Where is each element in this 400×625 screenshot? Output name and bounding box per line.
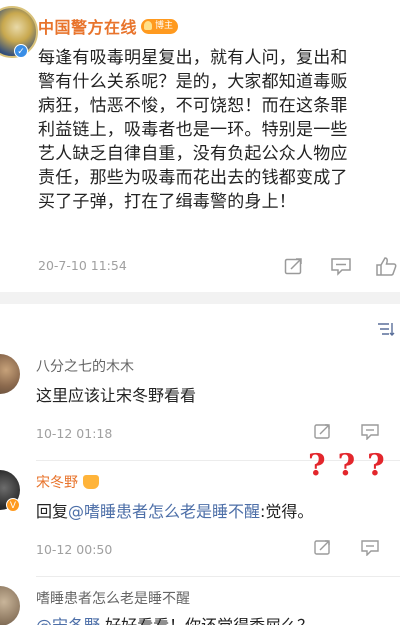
post-body: 每逢有吸毒明星复出，就有人问，复出和 警有什么关系呢？是的，大家都知道毒贩 病狂，怙… xyxy=(38,46,400,214)
post-line: 买了子弹，打在了缉毒警的身上！ xyxy=(38,192,296,212)
comment-username[interactable]: 宋冬野 xyxy=(36,472,99,492)
verified-icon: V xyxy=(6,498,20,512)
verified-icon: ✓ xyxy=(14,44,28,58)
section-gap xyxy=(0,292,400,304)
post-line: 利益链上，吸毒者也是一环。特别是一些 xyxy=(38,120,348,140)
comment-timestamp: 10-12 01:18 xyxy=(36,426,113,441)
share-icon[interactable] xyxy=(313,422,333,440)
post-username[interactable]: 中国警方在线 xyxy=(38,14,137,38)
comment-icon[interactable] xyxy=(360,422,380,441)
post-author: 中国警方在线 博主 xyxy=(38,14,179,38)
share-icon[interactable] xyxy=(283,256,305,276)
comment-username[interactable]: 嗜睡患者怎么老是睡不醒 xyxy=(36,588,190,608)
question-mark: ? xyxy=(308,448,326,483)
post-line: 每逢有吸毒明星复出，就有人问，复出和 xyxy=(38,48,348,68)
post-line: 艺人缺乏自律自重，没有负起公众人物应 xyxy=(38,144,348,164)
reply-text: 好好看看！你还觉得委屈么？ xyxy=(100,616,313,625)
commenter-avatar[interactable] xyxy=(0,354,20,394)
comment-icon[interactable] xyxy=(330,256,352,276)
sort-icon xyxy=(378,323,395,336)
commenter-avatar[interactable] xyxy=(0,586,20,625)
sort-toggle[interactable] xyxy=(377,322,398,336)
post-line: 病狂，怙恶不悛，不可饶恕！而在这条罪 xyxy=(38,96,348,116)
question-mark: ? xyxy=(337,448,356,483)
comment-sort-bar xyxy=(0,304,400,344)
comment-username-text: 宋冬野 xyxy=(36,475,78,491)
crown-icon xyxy=(83,475,99,489)
post-line: 责任，那些为吸毒而花出去的钱都变成了 xyxy=(38,168,348,188)
reply-prefix: 回复 xyxy=(36,502,69,521)
like-icon[interactable] xyxy=(375,256,397,276)
share-icon[interactable] xyxy=(313,538,333,556)
comment-text: 这里应该让宋冬野看看 xyxy=(36,386,197,405)
comment-text: @宋冬野 好好看看！你还觉得委屈么？ xyxy=(36,612,313,625)
comment-text: 回复@嗜睡患者怎么老是睡不醒:觉得。 xyxy=(36,498,313,522)
mention-link[interactable]: @嗜睡患者怎么老是睡不醒 xyxy=(68,502,260,521)
reply-text: :觉得。 xyxy=(260,502,314,521)
comment-username[interactable]: 八分之七的木木 xyxy=(36,356,134,376)
comment-icon[interactable] xyxy=(360,538,380,557)
post-line: 警有什么关系呢？是的，大家都知道毒贩 xyxy=(38,72,348,92)
comment-divider xyxy=(36,576,400,577)
weibo-post: ✓ 中国警方在线 博主 每逢有吸毒明星复出，就有人问，复出和 警有什么关系呢？是的… xyxy=(0,0,400,292)
question-mark-annotation: ? ? ? xyxy=(308,448,385,483)
blogger-badge: 博主 xyxy=(141,18,179,34)
comment-timestamp: 10-12 00:50 xyxy=(36,542,113,557)
mention-link[interactable]: @宋冬野 xyxy=(36,616,100,625)
post-timestamp: 20-7-10 11:54 xyxy=(38,258,127,273)
question-mark: ? xyxy=(367,448,385,483)
